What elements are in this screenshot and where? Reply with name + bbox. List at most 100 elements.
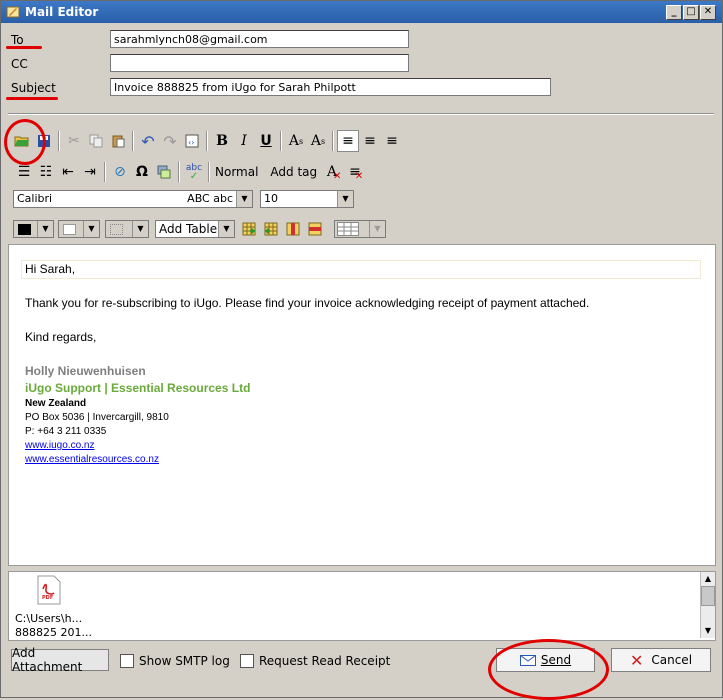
add-table-select[interactable]: Add Table ▼ bbox=[155, 220, 235, 238]
outdent-icon[interactable]: ⇤ bbox=[57, 161, 79, 183]
signature-address: PO Box 5036 | Invercargill, 9810 bbox=[25, 412, 169, 423]
underline-icon[interactable]: U bbox=[255, 130, 277, 152]
annotation-underline-subject bbox=[6, 97, 58, 100]
delete-row-icon[interactable] bbox=[304, 218, 326, 240]
align-right-icon[interactable]: ≡ bbox=[381, 130, 403, 152]
close-button[interactable]: ✕ bbox=[700, 5, 716, 20]
subscript-icon[interactable]: As bbox=[285, 130, 307, 152]
subject-field[interactable]: Invoice 888825 from iUgo for Sarah Philp… bbox=[110, 78, 551, 96]
delete-column-icon[interactable] bbox=[282, 218, 304, 240]
border-color-picker[interactable]: ▼ bbox=[105, 220, 149, 238]
numbered-list-icon[interactable]: ☷ bbox=[35, 161, 57, 183]
scroll-down-icon[interactable]: ▼ bbox=[701, 624, 715, 638]
spellcheck-icon[interactable]: abc ✓ bbox=[183, 161, 205, 183]
toolbar-row-2: ☰ ☷ ⇤ ⇥ ⊘ Ω abc ✓ Normal Add tag A ✕ ≡ ✕ bbox=[13, 161, 367, 183]
paste-icon[interactable] bbox=[107, 130, 129, 152]
bulleted-list-icon[interactable]: ☰ bbox=[13, 161, 35, 183]
italic-icon[interactable]: I bbox=[233, 130, 255, 152]
indent-icon[interactable]: ⇥ bbox=[79, 161, 101, 183]
chevron-down-icon: ▼ bbox=[83, 221, 99, 237]
font-preview: ABC abc bbox=[187, 192, 233, 205]
insert-image-icon[interactable] bbox=[153, 161, 175, 183]
cancel-button[interactable]: ✕ Cancel bbox=[611, 648, 711, 672]
align-left-icon[interactable]: ≡ bbox=[337, 130, 359, 152]
signature-link-essential-resources[interactable]: www.essentialresources.co.nz bbox=[25, 454, 159, 465]
font-family-value: Calibri bbox=[17, 192, 53, 205]
show-smtp-log-checkbox[interactable] bbox=[120, 654, 134, 668]
table-grid-icon bbox=[337, 222, 359, 236]
minimize-button[interactable]: _ bbox=[666, 5, 682, 20]
signature-company: iUgo Support | Essential Resources Ltd bbox=[25, 381, 251, 395]
window-title: Mail Editor bbox=[25, 5, 99, 19]
signature-link-iugo[interactable]: www.iugo.co.nz bbox=[25, 440, 94, 451]
body-paragraph: Thank you for re-subscribing to iUgo. Pl… bbox=[25, 296, 590, 310]
signature-phone: P: +64 3 211 0335 bbox=[25, 426, 107, 437]
signature-name: Holly Nieuwenhuisen bbox=[25, 364, 146, 378]
scroll-up-icon[interactable]: ▲ bbox=[701, 572, 715, 586]
to-field[interactable]: sarahmlynch08@gmail.com bbox=[110, 30, 409, 48]
omega-symbol-icon[interactable]: Ω bbox=[131, 161, 153, 183]
clear-format-icon[interactable]: A ✕ bbox=[323, 161, 345, 183]
maximize-button[interactable]: □ bbox=[683, 5, 699, 20]
attachments-scrollbar[interactable]: ▲ ▼ bbox=[700, 572, 715, 638]
cc-label: CC bbox=[11, 57, 28, 71]
add-attachment-button[interactable]: Add Attachment bbox=[11, 646, 109, 674]
annotation-circle-open bbox=[4, 119, 46, 165]
table-tools bbox=[238, 218, 326, 240]
closing-text: Kind regards, bbox=[25, 330, 97, 344]
html-source-icon[interactable]: ‹› bbox=[181, 130, 203, 152]
current-line-highlight bbox=[21, 260, 701, 279]
remove-format-icon[interactable]: ≡ ✕ bbox=[345, 161, 367, 183]
chevron-down-icon: ▼ bbox=[132, 221, 148, 237]
font-family-select[interactable]: Calibri ABC abc ▼ bbox=[13, 190, 253, 208]
border-color-swatch bbox=[110, 224, 123, 235]
toolbar-divider bbox=[8, 113, 714, 115]
chevron-down-icon: ▼ bbox=[236, 191, 252, 207]
text-color-swatch bbox=[18, 224, 31, 235]
add-table-label: Add Table bbox=[159, 222, 218, 236]
mail-editor-window: Mail Editor _ □ ✕ To sarahmlynch08@gmail… bbox=[0, 0, 723, 700]
chevron-down-icon: ▼ bbox=[369, 221, 385, 237]
font-size-select[interactable]: 10 ▼ bbox=[260, 190, 354, 208]
show-smtp-log-label: Show SMTP log bbox=[139, 654, 230, 668]
insert-column-icon[interactable] bbox=[260, 218, 282, 240]
table-grid-select[interactable]: ▼ bbox=[334, 220, 386, 238]
superscript-icon[interactable]: As bbox=[307, 130, 329, 152]
background-color-swatch bbox=[63, 224, 76, 235]
chevron-down-icon: ▼ bbox=[37, 221, 53, 237]
chevron-down-icon: ▼ bbox=[337, 191, 353, 207]
subject-label: Subject bbox=[11, 81, 56, 95]
annotation-underline-to bbox=[6, 46, 42, 49]
svg-text:‹›: ‹› bbox=[188, 138, 194, 147]
normal-style-label[interactable]: Normal bbox=[215, 165, 258, 179]
hyperlink-icon[interactable]: ⊘ bbox=[109, 161, 131, 183]
request-read-receipt-checkbox[interactable] bbox=[240, 654, 254, 668]
background-color-picker[interactable]: ▼ bbox=[58, 220, 100, 238]
signature-country: New Zealand bbox=[25, 398, 87, 409]
attachment-item[interactable]: PDF C:\Users\h... 888825 201... bbox=[15, 575, 92, 639]
to-label: To bbox=[11, 33, 24, 47]
bold-icon[interactable]: B bbox=[211, 130, 233, 152]
add-tag-label[interactable]: Add tag bbox=[270, 165, 317, 179]
cut-icon[interactable]: ✂ bbox=[63, 130, 85, 152]
attachments-panel: PDF C:\Users\h... 888825 201... ▲ ▼ bbox=[8, 571, 716, 641]
message-body-editor[interactable]: Hi Sarah, Thank you for re-subscribing t… bbox=[8, 244, 716, 566]
chevron-down-icon: ▼ bbox=[218, 221, 234, 237]
align-center-icon[interactable]: ≡ bbox=[359, 130, 381, 152]
insert-row-icon[interactable] bbox=[238, 218, 260, 240]
pdf-icon-label: PDF bbox=[42, 595, 54, 601]
annotation-circle-send bbox=[488, 639, 609, 700]
mail-editor-app-icon bbox=[6, 6, 20, 18]
attachment-filename: 888825 201... bbox=[15, 626, 92, 639]
undo-icon[interactable]: ↶ bbox=[137, 130, 159, 152]
text-color-picker[interactable]: ▼ bbox=[13, 220, 54, 238]
title-bar[interactable]: Mail Editor _ □ ✕ bbox=[1, 1, 722, 23]
cc-field[interactable] bbox=[110, 54, 409, 72]
toolbar-row-1: ✂ ↶ ↷ ‹› B I U As As ≡ ≡ ≡ bbox=[11, 130, 403, 152]
scroll-thumb[interactable] bbox=[701, 586, 715, 606]
cancel-x-icon: ✕ bbox=[629, 650, 644, 670]
copy-icon[interactable] bbox=[85, 130, 107, 152]
redo-icon[interactable]: ↷ bbox=[159, 130, 181, 152]
font-size-value: 10 bbox=[264, 192, 278, 205]
greeting-text: Hi Sarah, bbox=[25, 262, 76, 276]
